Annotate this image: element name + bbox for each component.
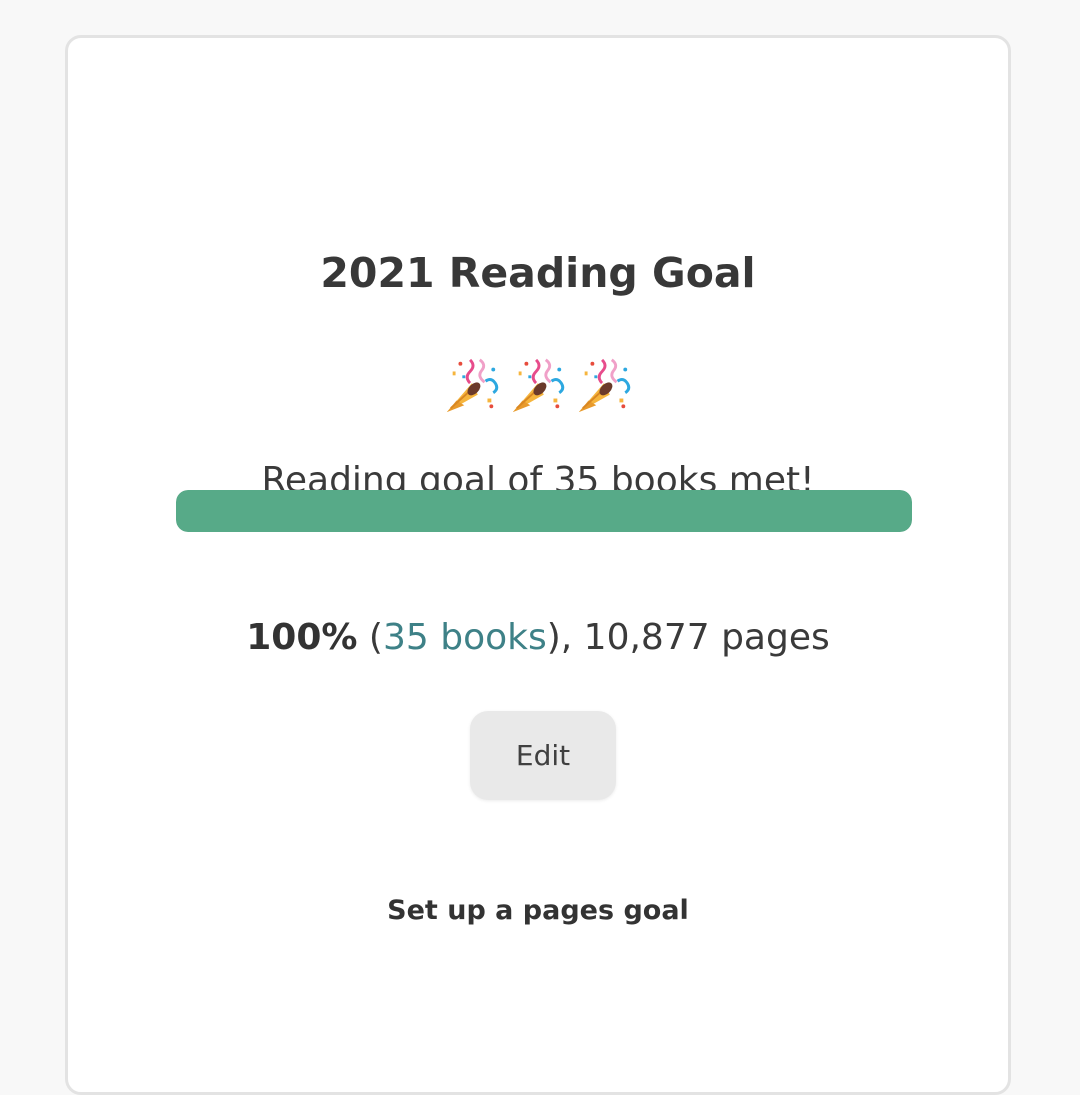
set-up-pages-goal-link[interactable]: Set up a pages goal bbox=[68, 897, 1008, 924]
books-read-link[interactable]: 35 books bbox=[383, 617, 547, 658]
goal-title: 2021 Reading Goal bbox=[320, 249, 756, 297]
edit-goal-button[interactable]: Edit bbox=[470, 711, 616, 800]
goal-percent: 100% bbox=[246, 617, 358, 658]
goal-progress-bar bbox=[176, 490, 912, 532]
party-popper-icon bbox=[578, 358, 631, 413]
pages-read-count: ), 10,877 pages bbox=[546, 617, 830, 658]
party-popper-icon bbox=[446, 358, 499, 413]
goal-stats: 100% (35 books), 10,877 pages bbox=[68, 618, 1008, 658]
stats-paren-open: ( bbox=[357, 617, 383, 658]
goal-progress-fill bbox=[176, 490, 912, 532]
party-popper-icon bbox=[512, 358, 565, 413]
celebration-icons bbox=[68, 354, 1008, 416]
reading-goal-card: 2021 Reading Goal Reading goal of 35 boo… bbox=[65, 35, 1011, 1095]
